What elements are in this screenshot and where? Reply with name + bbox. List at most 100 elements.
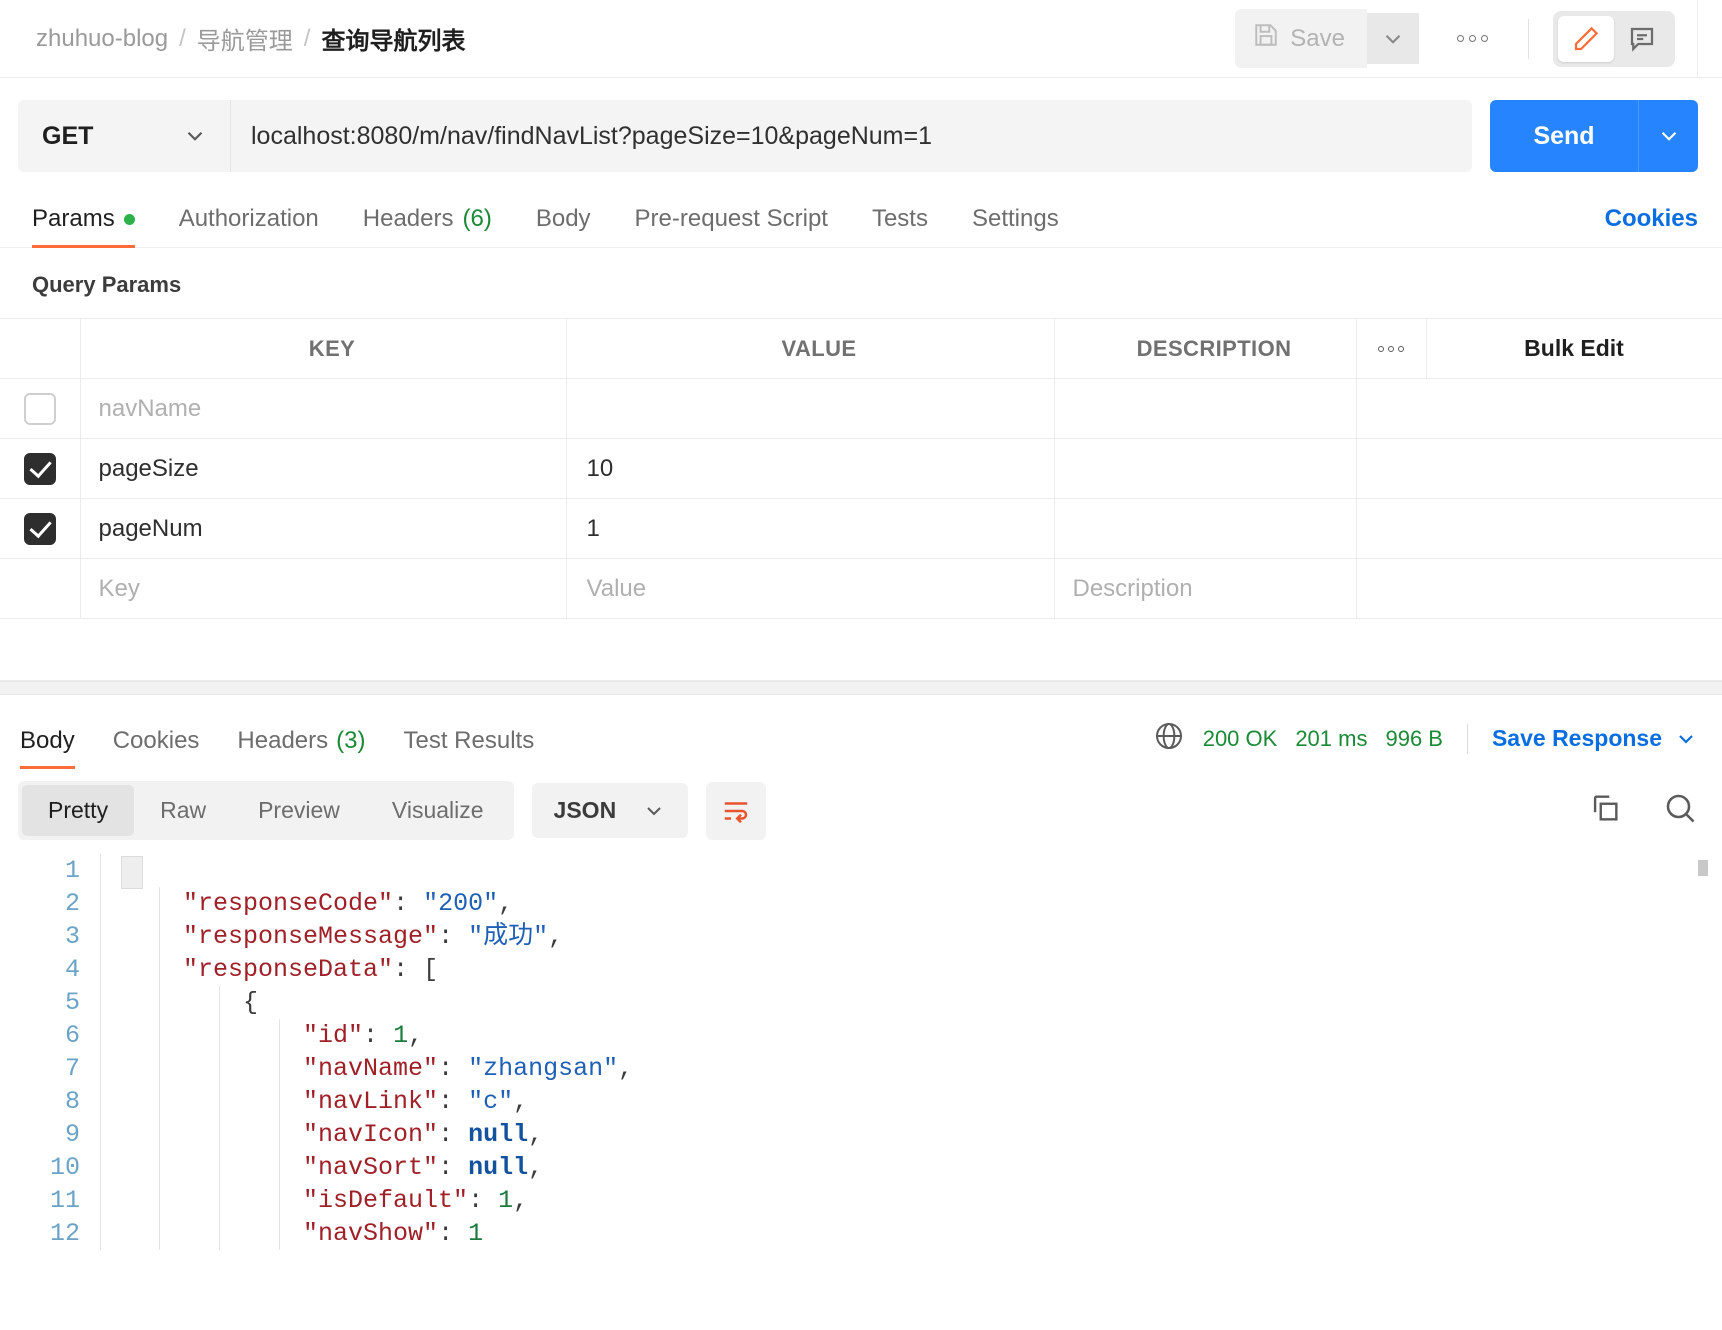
cookies-link[interactable]: Cookies — [1605, 205, 1698, 247]
save-button[interactable]: Save — [1235, 9, 1367, 68]
table-row: navName — [0, 378, 1722, 439]
tab-authorization[interactable]: Authorization — [179, 205, 319, 247]
code-scrollbar-thumb[interactable] — [1698, 860, 1708, 876]
code-token: : — [438, 922, 469, 951]
header-actions: Save — [1235, 0, 1698, 78]
tab-pre-request-script[interactable]: Pre-request Script — [635, 205, 828, 247]
request-tabs: Params Authorization Headers (6) Body Pr… — [0, 190, 1722, 248]
bulk-edit-button[interactable]: Bulk Edit — [1426, 318, 1722, 379]
row-checkbox[interactable] — [23, 392, 56, 425]
code-token: , — [548, 922, 564, 951]
table-header-row: KEY VALUE DESCRIPTION Bulk Edit — [0, 318, 1722, 379]
indent-guide — [279, 1019, 280, 1250]
code-token: 1 — [468, 1219, 484, 1248]
row-checkbox-cell[interactable] — [0, 378, 81, 439]
view-mode-preview[interactable]: Preview — [232, 785, 366, 836]
view-mode-visualize[interactable]: Visualize — [366, 785, 510, 836]
code-fold-toggle[interactable] — [121, 856, 143, 889]
response-status-code: 200 OK — [1202, 725, 1278, 751]
response-body-code[interactable]: { "responseCode": "200", "responseMessag… — [100, 854, 1722, 1250]
comment-mode-toggle[interactable] — [1614, 16, 1670, 62]
row-description-cell[interactable] — [1054, 498, 1357, 559]
code-token: : — [468, 1186, 499, 1215]
breadcrumb-request[interactable]: 查询导航列表 — [321, 21, 465, 56]
view-mode-group: Pretty Raw Preview Visualize — [18, 781, 514, 840]
header-edge — [1697, 0, 1698, 78]
new-row-value-cell[interactable]: Value — [566, 558, 1055, 619]
row-value-cell[interactable]: 1 — [566, 498, 1055, 559]
code-token: : — [393, 955, 424, 984]
code-line: "responseCode": "200", — [123, 887, 1722, 920]
view-mode-pretty[interactable]: Pretty — [22, 785, 135, 836]
code-token: "isDefault" — [303, 1186, 469, 1215]
row-value-cell[interactable]: 10 — [566, 438, 1055, 499]
response-tab-cookies[interactable]: Cookies — [113, 727, 200, 769]
breadcrumb-workspace[interactable]: zhuhuo-blog — [36, 25, 168, 53]
new-row-description-cell[interactable]: Description — [1054, 558, 1357, 619]
row-key-cell[interactable]: pageSize — [80, 438, 567, 499]
copy-button[interactable] — [1588, 791, 1622, 830]
save-response-button[interactable]: Save Response — [1492, 725, 1698, 752]
response-tab-test-results[interactable]: Test Results — [403, 727, 534, 769]
code-token: , — [408, 1021, 424, 1050]
row-spacer-cell — [1426, 438, 1722, 499]
params-table-footer-space — [0, 619, 1722, 681]
code-token: "navShow" — [303, 1219, 439, 1248]
line-number: 2 — [64, 889, 80, 918]
line-number: 8 — [64, 1087, 80, 1116]
header-options-button[interactable] — [1356, 318, 1427, 379]
breadcrumb-separator: / — [179, 24, 186, 52]
response-tab-headers[interactable]: Headers (3) — [237, 727, 365, 769]
row-description-cell[interactable] — [1054, 378, 1357, 439]
more-options-button[interactable] — [1441, 25, 1504, 52]
tab-params[interactable]: Params — [32, 205, 135, 248]
query-params-title: Query Params — [32, 272, 182, 297]
row-description-cell[interactable] — [1054, 438, 1357, 499]
new-row-key-cell[interactable]: Key — [80, 558, 567, 619]
row-checkbox-cell[interactable] — [0, 438, 81, 499]
tab-settings[interactable]: Settings — [972, 205, 1059, 247]
chevron-down-icon — [647, 806, 661, 815]
breadcrumb-separator: / — [303, 24, 311, 52]
row-checkbox-cell[interactable] — [0, 498, 81, 559]
row-key-value: pageNum — [98, 514, 203, 542]
tab-body[interactable]: Body — [536, 205, 591, 247]
breadcrumb-folder[interactable]: 导航管理 — [197, 21, 293, 56]
chevron-down-icon — [1679, 734, 1693, 744]
code-line: "navName": "zhangsan", — [123, 1052, 1722, 1085]
tab-tests[interactable]: Tests — [872, 205, 928, 247]
row-value-cell[interactable] — [566, 378, 1055, 439]
edit-mode-toggle[interactable] — [1558, 15, 1614, 62]
save-button-group[interactable]: Save — [1235, 9, 1419, 68]
response-format-select[interactable]: JSON — [531, 783, 689, 838]
line-number: 9 — [64, 1120, 80, 1149]
word-wrap-button[interactable] — [706, 781, 767, 840]
row-checkbox[interactable] — [23, 512, 56, 545]
http-method-value: GET — [42, 121, 94, 150]
code-token: , — [618, 1054, 634, 1083]
row-checkbox[interactable] — [23, 452, 56, 485]
save-options-caret[interactable] — [1367, 13, 1419, 64]
response-body-viewer[interactable]: 123456789101112 { "responseCode": "200",… — [0, 854, 1722, 1250]
row-key-cell[interactable]: pageNum — [80, 498, 567, 559]
params-modified-indicator — [123, 213, 135, 225]
url-input[interactable]: localhost:8080/m/nav/findNavList?pageSiz… — [230, 100, 1472, 172]
row-key-cell[interactable]: navName — [80, 378, 567, 439]
tab-headers[interactable]: Headers (6) — [363, 205, 492, 247]
http-method-select[interactable]: GET — [18, 100, 230, 172]
save-button-label: Save — [1290, 24, 1345, 52]
send-options-caret[interactable] — [1638, 100, 1698, 172]
response-tab-body[interactable]: Body — [20, 727, 75, 769]
pane-splitter[interactable] — [0, 681, 1722, 695]
send-button[interactable]: Send — [1490, 100, 1638, 172]
view-mode-raw[interactable]: Raw — [134, 785, 232, 836]
copy-icon — [1593, 795, 1618, 821]
code-token: : — [393, 889, 424, 918]
line-number: 11 — [49, 1186, 80, 1215]
search-button[interactable] — [1662, 790, 1698, 831]
code-token: "成功" — [468, 922, 549, 951]
code-token: "navLink" — [303, 1087, 439, 1116]
code-token: null — [468, 1153, 529, 1182]
code-token: "responseCode" — [183, 889, 394, 918]
row-spacer-cell — [1356, 378, 1426, 439]
